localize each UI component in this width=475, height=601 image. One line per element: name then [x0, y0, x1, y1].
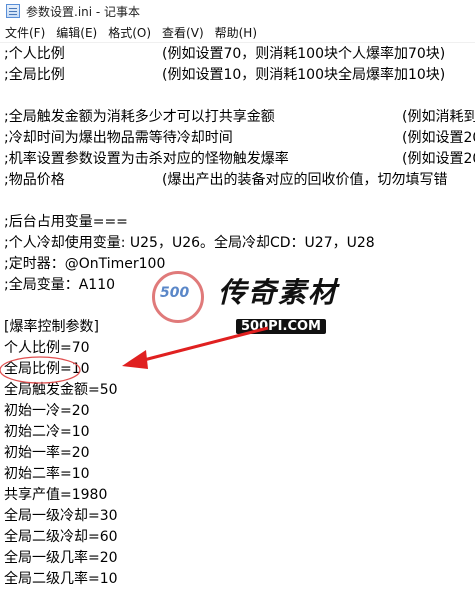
text-line: 初始二冷=10	[4, 422, 90, 443]
menu-file[interactable]: 文件(F)	[0, 24, 51, 41]
text-line: ;定时器：@OnTimer100	[4, 254, 165, 275]
text-line: 全局一级冷却=30	[4, 506, 118, 527]
watermark-url: 500PI.COM	[236, 319, 326, 334]
line-text: ;全局变量：A110	[4, 277, 116, 293]
line-text: 全局比例=10	[4, 361, 90, 377]
line-text: ;定时器：@OnTimer100	[4, 256, 166, 272]
text-line: 初始一冷=20	[4, 401, 90, 422]
line-text: [爆率控制参数]	[4, 319, 99, 335]
menu-format[interactable]: 格式(O)	[103, 24, 157, 41]
menu-help[interactable]: 帮助(H)	[210, 24, 263, 41]
line-comment: (爆出产出的装备对应的回收价值，切勿填写错	[162, 172, 448, 188]
window-title: 参数设置.ini - 记事本	[26, 4, 141, 19]
notepad-icon	[6, 4, 20, 18]
text-line: 全局二级几率=10	[4, 569, 118, 590]
line-text: 初始二率=10	[4, 466, 90, 482]
line-text: ;全局比例	[4, 67, 65, 83]
text-line: ;全局比例 (例如设置10，则消耗100块全局爆率加10块)	[4, 65, 445, 86]
line-comment: (例如设置20	[402, 130, 475, 146]
text-line: 个人比例=70	[4, 338, 90, 359]
line-text: 全局二级几率=10	[4, 571, 118, 587]
line-text: 共享产值=1980	[4, 487, 108, 503]
text-line: ;个人冷却使用变量: U25，U26。全局冷却CD：U27，U28	[4, 233, 375, 254]
line-text: ;个人比例	[4, 46, 65, 62]
line-text: 全局一级几率=20	[4, 550, 118, 566]
line-text: ;物品价格	[4, 172, 65, 188]
text-line: 初始二率=10	[4, 464, 90, 485]
text-line: 全局一级几率=20	[4, 548, 118, 569]
text-line: ;个人比例 (例如设置70，则消耗100块个人爆率加70块)	[4, 44, 445, 65]
title-bar: 参数设置.ini - 记事本	[0, 0, 475, 22]
text-line: 共享产值=1980	[4, 485, 107, 506]
line-text: 初始二冷=10	[4, 424, 90, 440]
text-line: 全局二级冷却=60	[4, 527, 118, 548]
watermark-brand: 传奇素材	[218, 276, 339, 309]
text-line: ;全局变量：A110	[4, 275, 115, 296]
watermark-logo-text: 500	[160, 285, 190, 301]
line-text: 个人比例=70	[4, 340, 90, 356]
menu-edit[interactable]: 编辑(E)	[51, 24, 103, 41]
line-text: ;冷却时间为爆出物品需等待冷却时间	[4, 130, 233, 146]
text-line: ;后台占用变量===	[4, 212, 128, 233]
line-text: 全局二级冷却=60	[4, 529, 118, 545]
text-line: [爆率控制参数]	[4, 317, 99, 338]
text-line: 全局触发金额=50	[4, 380, 118, 401]
menu-view[interactable]: 查看(V)	[157, 24, 210, 41]
text-line: ;机率设置参数设置为击杀对应的怪物触发爆率 (例如设置20	[4, 149, 475, 170]
watermark: 500 传奇素材 500PI.COM	[150, 265, 340, 345]
line-text: 全局一级冷却=30	[4, 508, 118, 524]
line-comment: (例如设置20	[402, 151, 475, 167]
line-text: 全局触发金额=50	[4, 382, 118, 398]
line-text: 初始一冷=20	[4, 403, 90, 419]
text-line: ;物品价格 (爆出产出的装备对应的回收价值，切勿填写错	[4, 170, 447, 191]
line-text: ;后台占用变量===	[4, 214, 128, 230]
text-line: 全局比例=10	[4, 359, 90, 380]
line-comment: (例如设置10，则消耗100块全局爆率加10块)	[162, 67, 446, 83]
line-text: 初始一率=20	[4, 445, 90, 461]
text-line: 初始一率=20	[4, 443, 90, 464]
line-comment: (例如设置70，则消耗100块个人爆率加70块)	[162, 46, 446, 62]
text-line: ;全局触发金额为消耗多少才可以打共享金额 (例如消耗到	[4, 107, 475, 128]
menu-bar: 文件(F) 编辑(E) 格式(O) 查看(V) 帮助(H)	[0, 22, 475, 43]
line-comment: (例如消耗到	[402, 109, 475, 125]
text-line: ;冷却时间为爆出物品需等待冷却时间 (例如设置20	[4, 128, 475, 149]
line-text: ;个人冷却使用变量: U25，U26。全局冷却CD：U27，U28	[4, 235, 375, 251]
line-text: ;机率设置参数设置为击杀对应的怪物触发爆率	[4, 151, 289, 167]
line-text: ;全局触发金额为消耗多少才可以打共享金额	[4, 109, 275, 125]
